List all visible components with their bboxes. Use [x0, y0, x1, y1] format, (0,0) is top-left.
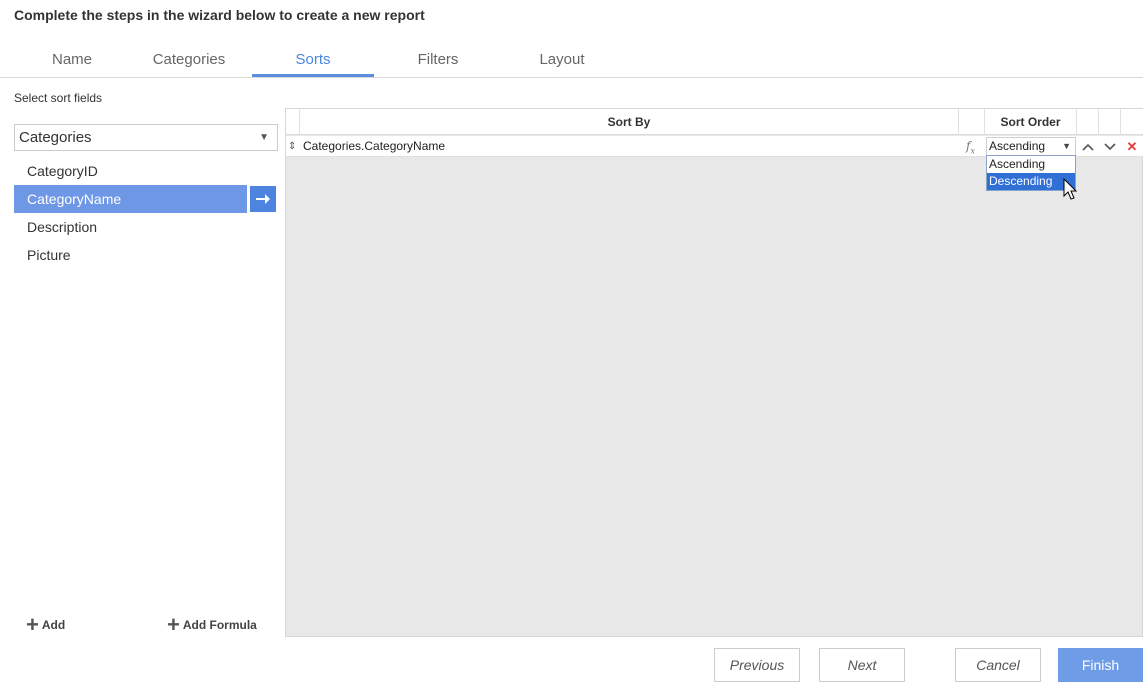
sort-grid: Sort By Sort Order ⇕ Categories.Category…: [285, 108, 1143, 637]
mouse-cursor-icon: [1063, 178, 1078, 200]
sort-order-value: Ascending: [989, 139, 1046, 153]
formula-icon[interactable]: fx: [966, 136, 982, 157]
add-formula-button[interactable]: + Add Formula: [167, 612, 257, 637]
arrow-right-icon: [256, 194, 270, 204]
header-up-cell: [1077, 109, 1099, 135]
cancel-button[interactable]: Cancel: [955, 648, 1041, 682]
tab-categories[interactable]: Categories: [143, 46, 235, 77]
grid-header: Sort By Sort Order: [286, 109, 1143, 135]
sort-order-select[interactable]: Ascending ▼: [986, 137, 1076, 156]
move-down-icon[interactable]: [1099, 136, 1121, 157]
table-select-value: Categories: [19, 129, 92, 146]
chevron-down-icon: ▼: [1062, 141, 1071, 151]
table-row: ⇕ Categories.CategoryName fx Ascending ▼…: [286, 136, 1143, 157]
plus-icon: +: [26, 612, 39, 637]
delete-icon[interactable]: ✕: [1121, 136, 1143, 157]
header-sort-order: Sort Order: [985, 109, 1077, 135]
add-formula-label: Add Formula: [182, 618, 257, 632]
header-down-cell: [1099, 109, 1121, 135]
drag-handle-icon[interactable]: ⇕: [288, 136, 300, 157]
move-up-icon[interactable]: [1077, 136, 1099, 157]
tab-sorts[interactable]: Sorts: [252, 46, 374, 77]
finish-button[interactable]: Finish: [1058, 648, 1143, 682]
select-sort-fields-label: Select sort fields: [14, 91, 103, 105]
add-label: Add: [41, 618, 66, 632]
header-sort-by: Sort By: [300, 109, 959, 135]
field-item-picture[interactable]: Picture: [14, 241, 278, 269]
tab-filters[interactable]: Filters: [398, 46, 478, 77]
tab-name[interactable]: Name: [28, 46, 116, 77]
tab-layout[interactable]: Layout: [522, 46, 602, 77]
move-right-button[interactable]: [250, 186, 276, 212]
option-ascending[interactable]: Ascending: [987, 156, 1075, 173]
wizard-tabs: Name Categories Sorts Filters Layout: [0, 46, 1143, 78]
field-item-label: CategoryName: [27, 191, 122, 207]
header-fx-cell: [959, 109, 985, 135]
next-button[interactable]: Next: [819, 648, 905, 682]
header-delete-cell: [1121, 109, 1143, 135]
sort-field-name: Categories.CategoryName: [303, 139, 446, 153]
field-item-categoryname[interactable]: CategoryName: [14, 185, 276, 213]
field-item-description[interactable]: Description: [14, 213, 278, 241]
plus-icon: +: [167, 612, 180, 637]
field-item-categoryid[interactable]: CategoryID: [14, 157, 278, 185]
previous-button[interactable]: Previous: [714, 648, 800, 682]
header-handle-cell: [286, 109, 300, 135]
wizard-title: Complete the steps in the wizard below t…: [14, 7, 425, 23]
add-button[interactable]: + Add: [26, 612, 66, 637]
field-list: CategoryID CategoryName Description Pict…: [14, 157, 278, 269]
option-descending[interactable]: Descending: [987, 173, 1075, 190]
chevron-down-icon: ▼: [259, 132, 269, 143]
table-select[interactable]: Categories ▼: [14, 124, 278, 151]
